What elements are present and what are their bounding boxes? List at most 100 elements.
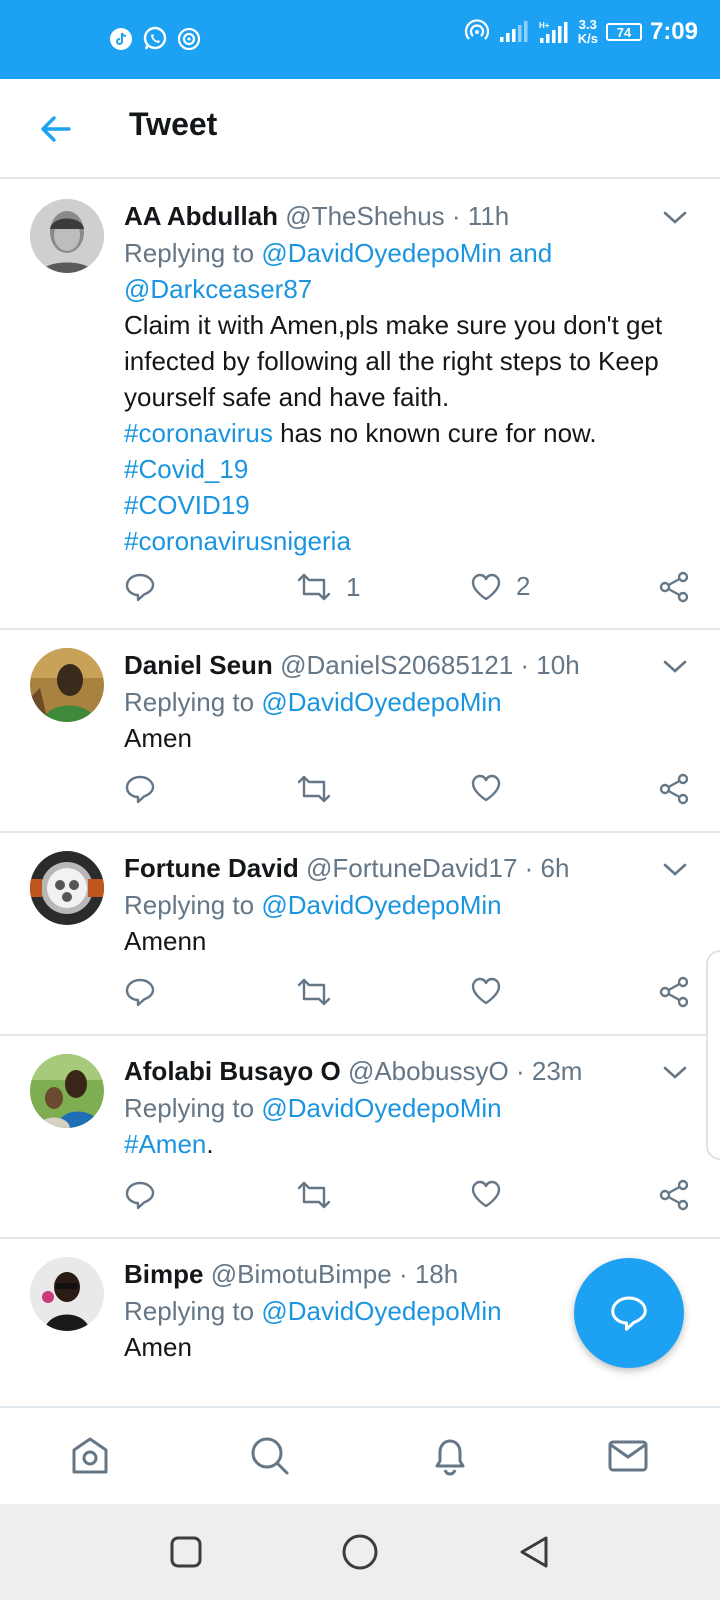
tweet-menu-button[interactable] xyxy=(660,855,690,885)
author-handle[interactable]: @DanielS20685121 xyxy=(280,650,513,680)
hashtag-link[interactable]: #COVID19 xyxy=(124,490,250,520)
author-name[interactable]: AA Abdullah xyxy=(124,201,278,231)
like-button[interactable]: 2 xyxy=(470,571,530,602)
signal-icon xyxy=(498,19,530,45)
tweet-menu-button[interactable] xyxy=(660,1058,690,1088)
tweet-body: Daniel Seun @DanielS20685121 · 10h Reply… xyxy=(124,646,686,756)
retweet-button[interactable]: 1 xyxy=(296,571,360,603)
system-status: H+ 3.3 K/s 74 7:09 xyxy=(464,18,698,46)
tab-notifications[interactable] xyxy=(422,1428,478,1484)
status-bar: H+ 3.3 K/s 74 7:09 xyxy=(0,0,720,79)
compose-reply-button[interactable] xyxy=(574,1258,684,1368)
mention-link[interactable]: @DavidOyedepoMin xyxy=(261,890,501,920)
reply-button[interactable] xyxy=(124,1179,156,1211)
recents-button[interactable] xyxy=(160,1526,212,1578)
timestamp: 6h xyxy=(540,853,570,883)
retweet-button[interactable] xyxy=(296,976,332,1008)
mention-link[interactable]: @Darkceaser87 xyxy=(124,274,312,304)
back-button[interactable] xyxy=(36,109,76,149)
tweet[interactable]: Afolabi Busayo O @AbobussyO · 23m Replyi… xyxy=(0,1036,720,1239)
reply-list[interactable]: AA Abdullah @TheShehus · 11h Replying to… xyxy=(0,181,720,1406)
retweet-button[interactable] xyxy=(296,1179,332,1211)
author-name[interactable]: Bimpe xyxy=(124,1259,203,1289)
home-circle-icon xyxy=(342,1534,378,1570)
tweet[interactable]: Daniel Seun @DanielS20685121 · 10h Reply… xyxy=(0,630,720,833)
share-button[interactable] xyxy=(658,976,690,1008)
author-name[interactable]: Afolabi Busayo O xyxy=(124,1056,341,1086)
share-button[interactable] xyxy=(658,571,690,603)
replying-to: Replying to @DavidOyedepoMin xyxy=(124,1090,686,1126)
share-button[interactable] xyxy=(658,773,690,805)
mention-link[interactable]: @DavidOyedepoMin xyxy=(261,1296,501,1326)
tab-search[interactable] xyxy=(242,1428,298,1484)
mention-link[interactable]: @DavidOyedepoMin and xyxy=(261,238,552,268)
avatar[interactable] xyxy=(30,648,104,722)
tweet-text: Amenn xyxy=(124,926,207,956)
tweet-actions: 1 2 xyxy=(124,571,690,611)
reply-button[interactable] xyxy=(124,976,156,1008)
tab-home[interactable] xyxy=(62,1428,118,1484)
timestamp: 11h xyxy=(467,201,510,231)
avatar[interactable] xyxy=(30,199,104,273)
tweet[interactable]: Fortune David @FortuneDavid17 · 6h Reply… xyxy=(0,833,720,1036)
author-handle[interactable]: @BimotuBimpe xyxy=(211,1259,392,1289)
tweet[interactable]: AA Abdullah @TheShehus · 11h Replying to… xyxy=(0,181,720,630)
tweet-menu-button[interactable] xyxy=(660,203,690,233)
retweet-count: 1 xyxy=(346,571,361,602)
chevron-down-icon xyxy=(663,863,687,876)
reply-button[interactable] xyxy=(124,571,156,603)
edge-panel-handle[interactable] xyxy=(706,950,720,1160)
page-title: Tweet xyxy=(129,106,218,142)
replying-to-label: Replying to xyxy=(124,1093,262,1123)
speed-unit: K/s xyxy=(577,31,598,46)
author-handle[interactable]: @FortuneDavid17 xyxy=(306,853,517,883)
chevron-down-icon xyxy=(663,1066,687,1079)
compose-reply-icon xyxy=(611,1296,647,1331)
tweet-header: AA Abdullah @TheShehus · 11h xyxy=(124,197,686,235)
bell-icon xyxy=(435,1439,465,1476)
share-button[interactable] xyxy=(658,1179,690,1211)
chevron-down-icon xyxy=(663,211,687,224)
avatar[interactable] xyxy=(30,851,104,925)
tweet-menu-button[interactable] xyxy=(660,652,690,682)
tab-messages[interactable] xyxy=(600,1428,656,1484)
like-button[interactable] xyxy=(470,976,502,1006)
tweet-actions xyxy=(124,773,690,813)
tweet-header: Afolabi Busayo O @AbobussyO · 23m xyxy=(124,1052,686,1090)
author-handle[interactable]: @TheShehus xyxy=(285,201,444,231)
reply-icon xyxy=(125,573,155,602)
reply-button[interactable] xyxy=(124,773,156,805)
author-handle[interactable]: @AbobussyO xyxy=(348,1056,509,1086)
retweet-button[interactable] xyxy=(296,773,332,805)
tweet-text: Claim it with Amen,pls make sure you don… xyxy=(124,307,686,559)
reply-icon xyxy=(125,1181,155,1210)
mention-link[interactable]: @DavidOyedepoMin xyxy=(261,687,501,717)
separator: · xyxy=(444,201,468,231)
like-count: 2 xyxy=(516,571,531,601)
retweet-icon xyxy=(297,775,331,803)
like-button[interactable] xyxy=(470,773,502,803)
hashtag-link[interactable]: #coronavirusnigeria xyxy=(124,526,351,556)
separator: · xyxy=(517,853,541,883)
heart-icon xyxy=(471,573,501,600)
heart-icon xyxy=(471,977,501,1005)
like-button[interactable] xyxy=(470,1179,502,1209)
home-nav-button[interactable] xyxy=(334,1526,386,1578)
back-nav-button[interactable] xyxy=(508,1526,560,1578)
battery-level: 74 xyxy=(616,24,632,40)
author-name[interactable]: Fortune David xyxy=(124,853,299,883)
retweet-icon xyxy=(297,1181,331,1209)
author-name[interactable]: Daniel Seun xyxy=(124,650,273,680)
hashtag-link[interactable]: #Covid_19 xyxy=(124,454,248,484)
avatar[interactable] xyxy=(30,1054,104,1128)
svg-text:H+: H+ xyxy=(539,21,550,30)
hashtag-link[interactable]: #Amen xyxy=(124,1129,206,1159)
hashtag-link[interactable]: #coronavirus xyxy=(124,418,273,448)
replying-to-label: Replying to xyxy=(124,890,262,920)
tweet-actions xyxy=(124,976,690,1016)
mention-link[interactable]: @DavidOyedepoMin xyxy=(261,1093,501,1123)
whatsapp-icon xyxy=(142,26,168,52)
network-speed: 3.3 K/s xyxy=(578,18,598,46)
signal-icon: H+ xyxy=(538,19,570,45)
avatar[interactable] xyxy=(30,1257,104,1331)
